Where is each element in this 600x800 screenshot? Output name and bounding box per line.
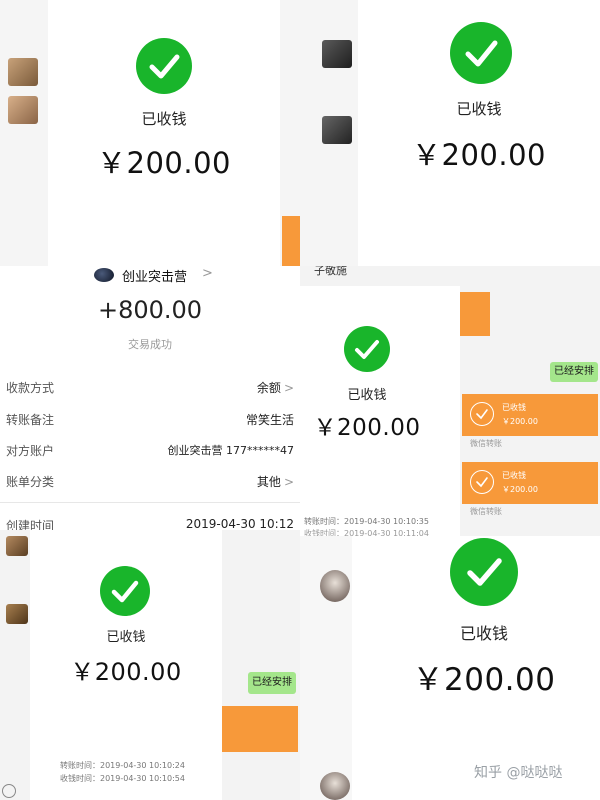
row-value-text: 余额	[256, 381, 281, 395]
row-value: 创业突击营 177******47	[168, 442, 295, 458]
transaction-status: 交易成功	[128, 338, 172, 351]
emoji-icon[interactable]	[2, 784, 16, 798]
card-title: 已收钱	[502, 403, 526, 412]
received-amount: ￥200.00	[412, 662, 556, 698]
row-label: 账单分类	[6, 475, 55, 489]
transfer-card[interactable]: 已收钱 ￥200.00	[462, 394, 598, 436]
received-label: 已收钱	[106, 630, 146, 645]
row-value: 常笑生活	[246, 411, 294, 428]
top-right-screenshot: 已收钱 ￥200.00	[300, 0, 600, 268]
chat-bubble: 已经安排	[550, 362, 598, 382]
transfer-time: 转账时间：2019-04-30 10:10:24	[60, 761, 185, 770]
chat-top-text: 子敬施	[314, 266, 347, 277]
check-icon	[100, 566, 150, 616]
merchant-name: 创业突击营	[122, 270, 188, 285]
check-icon	[470, 402, 494, 426]
avatar	[322, 116, 352, 144]
card-amount: ￥200.00	[502, 417, 538, 426]
middle-right-screenshot: 子敬施 已经安排 已收钱 ￥200.00 微信转账 已收钱 ￥200.00 微信…	[300, 266, 600, 536]
chevron-right-icon: >	[202, 266, 213, 281]
total-amount: +800.00	[97, 296, 203, 324]
avatar	[6, 536, 28, 556]
received-amount: ￥200.00	[70, 658, 182, 686]
check-icon	[450, 538, 518, 606]
avatar	[6, 604, 28, 624]
row-value: 余额 >	[257, 379, 294, 396]
card-amount: ￥200.00	[502, 485, 538, 494]
avatar	[320, 570, 350, 602]
row-value-text: 其他	[256, 475, 281, 489]
transfer-time: 转账时间：2019-04-30 10:10:35	[304, 517, 429, 526]
row-value-text: 创业突击营 177******47	[167, 444, 295, 457]
received-label: 已收钱	[456, 100, 502, 118]
row-value-text: 常笑生活	[245, 413, 294, 427]
received-amount: ￥200.00	[313, 415, 421, 441]
top-left-screenshot: 已收钱 ￥200.00	[0, 0, 300, 268]
avatar	[320, 772, 350, 800]
check-icon	[136, 38, 192, 94]
received-label: 已收钱	[347, 388, 387, 403]
received-card: 已收钱 ￥200.00	[352, 536, 600, 800]
row-label: 对方账户	[6, 444, 55, 458]
transfer-card[interactable]: 已收钱 ￥200.00	[462, 462, 598, 504]
received-card: 已收钱 ￥200.00	[358, 0, 600, 268]
avatar	[8, 58, 38, 86]
bottom-left-screenshot: ‹ 已经安排 已收钱 ￥200.00 转账时间：2019-04-30 10:10…	[0, 530, 300, 800]
created-time-value: 2019-04-30 10:12	[185, 517, 294, 531]
received-card: 已收钱 ￥200.00 转账时间：2019-04-30 10:10:24 收钱时…	[30, 530, 222, 800]
chevron-right-icon: >	[283, 381, 294, 395]
received-amount: ￥200.00	[97, 146, 231, 180]
card-footer: 微信转账	[470, 507, 502, 516]
chevron-right-icon: >	[283, 475, 294, 489]
row-label: 转账备注	[6, 413, 55, 427]
divider	[0, 502, 300, 503]
received-label: 已收钱	[141, 110, 187, 128]
row-value: 其他 >	[257, 473, 294, 490]
avatar	[8, 96, 38, 124]
merchant-logo	[94, 268, 114, 282]
chat-bubble: 已经安排	[248, 672, 296, 694]
check-icon	[344, 326, 390, 372]
watermark: 知乎 @哒哒哒	[474, 765, 563, 781]
card-footer: 微信转账	[470, 439, 502, 448]
received-card: 已收钱 ￥200.00	[48, 0, 280, 268]
transaction-detail-screenshot: 创业突击营 > +800.00 交易成功 收款方式 余额 > 转账备注 常笑生活 …	[0, 266, 300, 536]
transfer-card-edge	[222, 706, 298, 752]
receive-time: 收钱时间：2019-04-30 10:10:54	[60, 774, 185, 783]
card-title: 已收钱	[502, 471, 526, 480]
received-amount: ￥200.00	[412, 138, 546, 172]
avatar	[322, 40, 352, 68]
receive-time: 收钱时间：2019-04-30 10:11:04	[304, 529, 429, 536]
bottom-right-screenshot: 已收钱 ￥200.00 知乎 @哒哒哒	[300, 536, 600, 800]
received-card: 已收钱 ￥200.00 转账时间：2019-04-30 10:10:35 收钱时…	[300, 286, 460, 536]
check-icon	[450, 22, 512, 84]
transfer-card-edge	[460, 292, 490, 336]
check-icon	[470, 470, 494, 494]
row-label: 收款方式	[6, 381, 55, 395]
transfer-card-edge	[282, 216, 300, 266]
received-label: 已收钱	[459, 624, 508, 643]
